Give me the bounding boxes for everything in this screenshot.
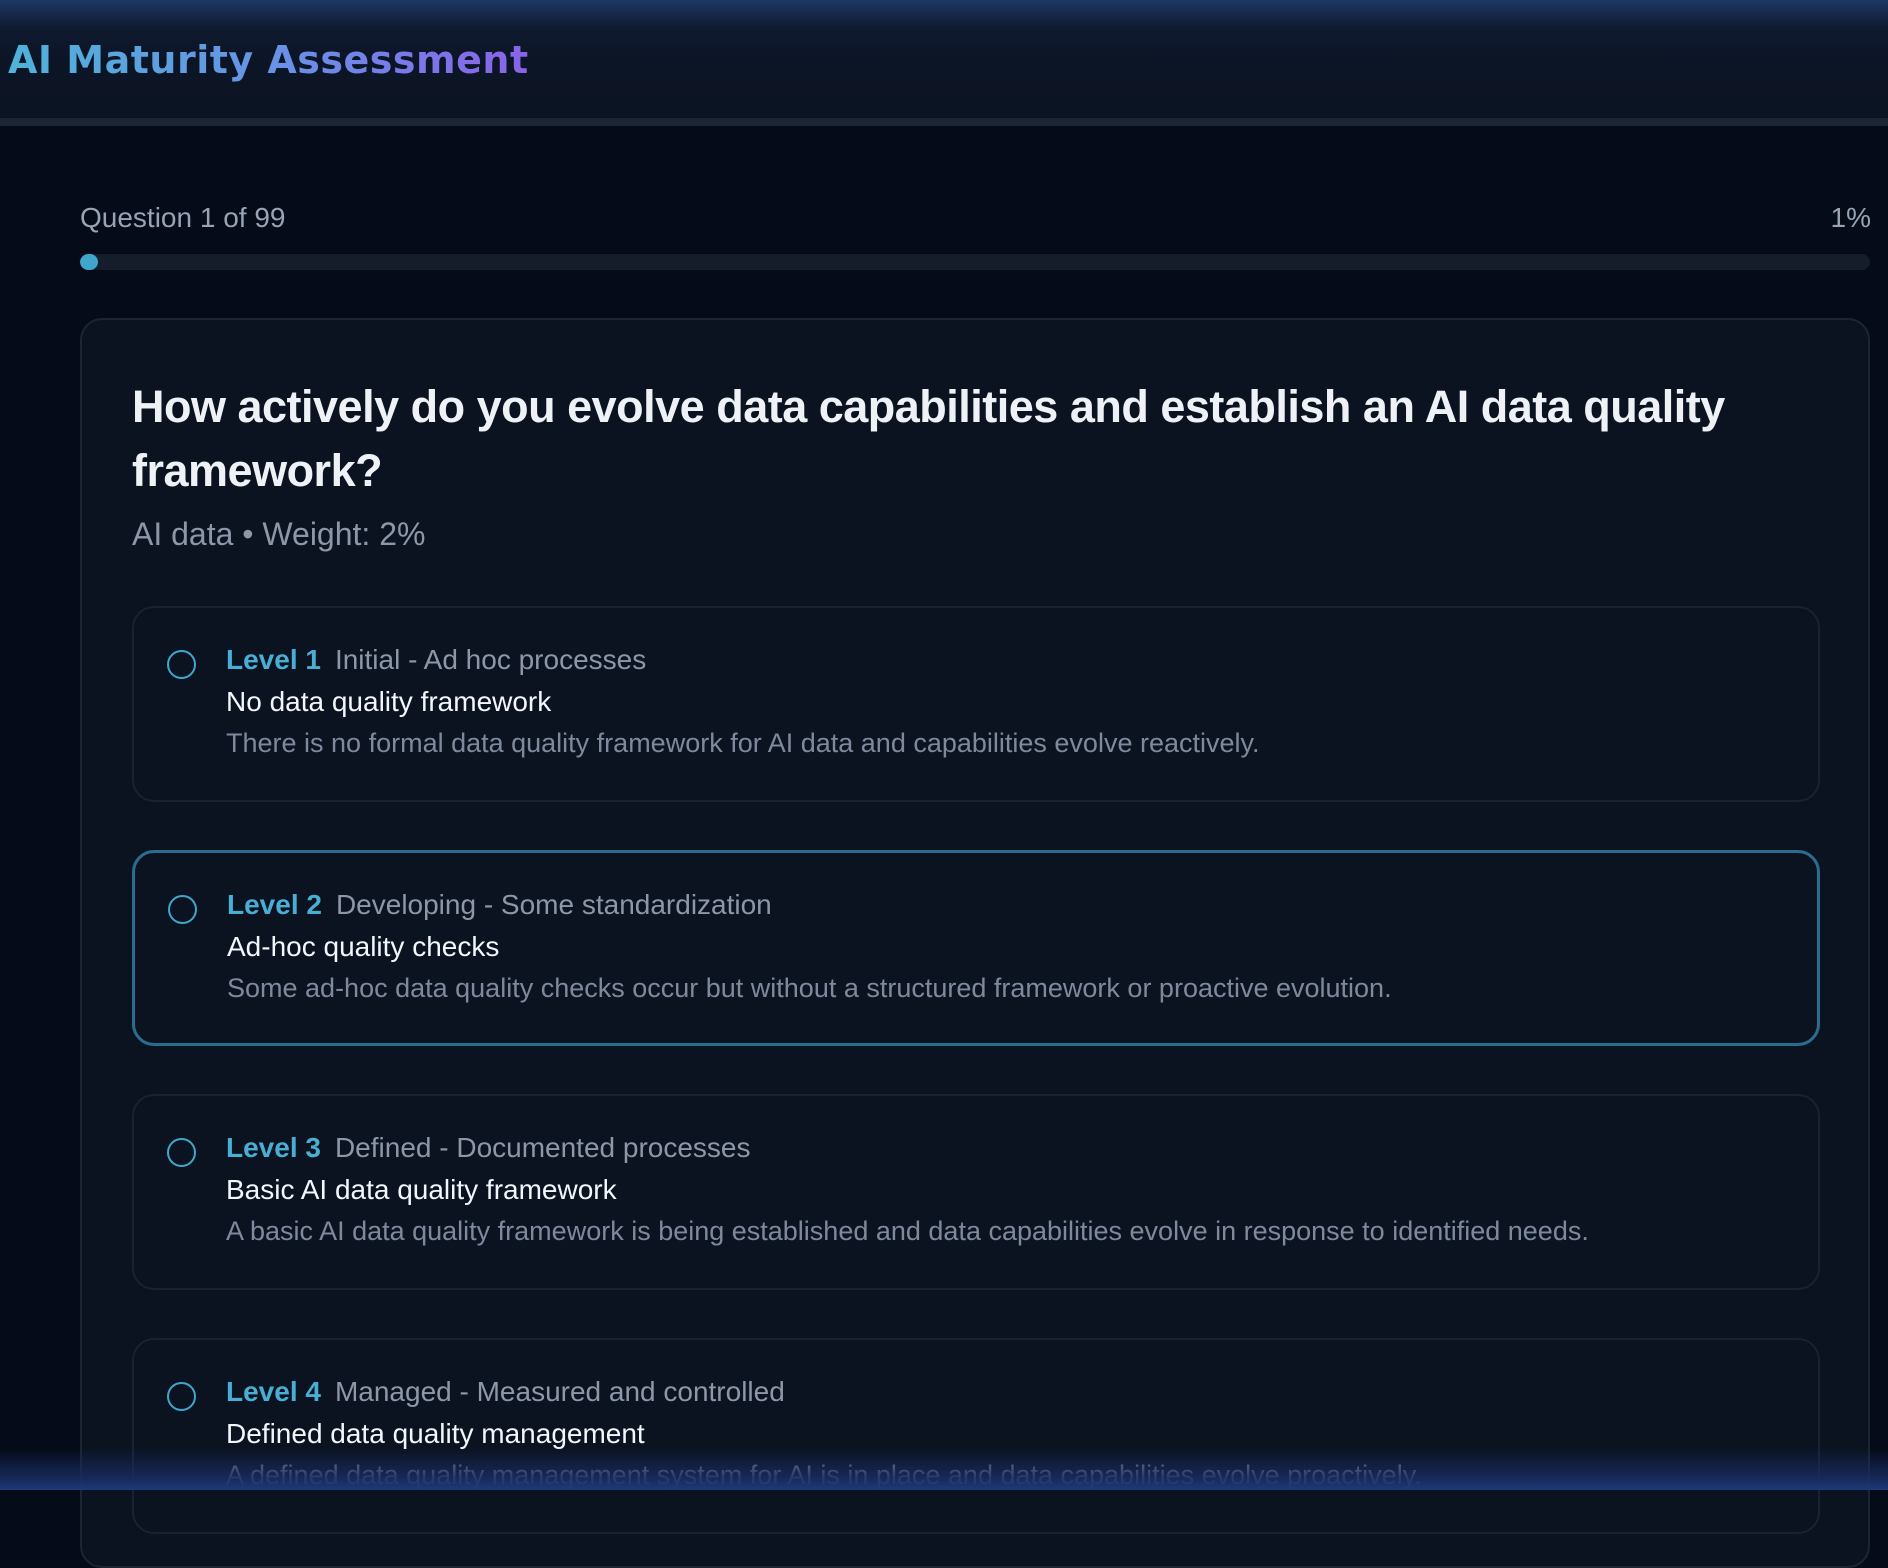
option-level-description: Initial - Ad hoc processes (334, 644, 647, 675)
option-description: There is no formal data quality framewor… (226, 728, 1260, 758)
option-header: Level 2 Developing - Some standardization (227, 889, 772, 921)
option-level-1[interactable]: Level 1 Initial - Ad hoc processes No dat… (132, 606, 1820, 802)
question-meta: AI data • Weight: 2% (132, 516, 426, 552)
option-level: Level 3 (226, 1132, 321, 1163)
option-level-description: Developing - Some standardization (335, 889, 772, 920)
progress-label: Question 1 of 99 (80, 202, 286, 233)
radio-button[interactable] (168, 895, 197, 924)
radio-button[interactable] (167, 1138, 196, 1167)
option-title: Defined data quality management (226, 1418, 645, 1449)
option-title: Ad-hoc quality checks (227, 931, 500, 962)
app-header: AI Maturity Assessment (0, 0, 1888, 126)
radio-button[interactable] (167, 650, 196, 679)
question-text: How actively do you evolve data capabili… (132, 381, 1725, 496)
app-title: AI Maturity Assessment (8, 38, 529, 82)
option-title: No data quality framework (226, 686, 552, 717)
radio-button[interactable] (167, 1382, 196, 1411)
option-level-description: Defined - Documented processes (334, 1132, 751, 1163)
progress-bar (80, 254, 1870, 270)
option-description: Some ad-hoc data quality checks occur bu… (227, 973, 1392, 1003)
progress-percent: 1% (1830, 202, 1871, 233)
question-card: How actively do you evolve data capabili… (80, 318, 1870, 1568)
option-level-3[interactable]: Level 3 Defined - Documented processes Ba… (132, 1094, 1820, 1290)
option-level: Level 2 (227, 889, 322, 920)
option-level-4[interactable]: Level 4 Managed - Measured and controlled… (132, 1338, 1820, 1534)
option-header: Level 3 Defined - Documented processes (226, 1132, 751, 1164)
option-level: Level 1 (226, 644, 321, 675)
option-level: Level 4 (226, 1376, 321, 1407)
option-description: A defined data quality management system… (226, 1460, 1422, 1490)
progress-bar-fill (80, 254, 98, 270)
option-header: Level 1 Initial - Ad hoc processes (226, 644, 646, 676)
option-level-2[interactable]: Level 2 Developing - Some standardization… (132, 850, 1820, 1046)
option-level-description: Managed - Measured and controlled (334, 1376, 785, 1407)
option-description: A basic AI data quality framework is bei… (226, 1216, 1589, 1246)
option-header: Level 4 Managed - Measured and controlled (226, 1376, 785, 1408)
option-title: Basic AI data quality framework (226, 1174, 617, 1205)
